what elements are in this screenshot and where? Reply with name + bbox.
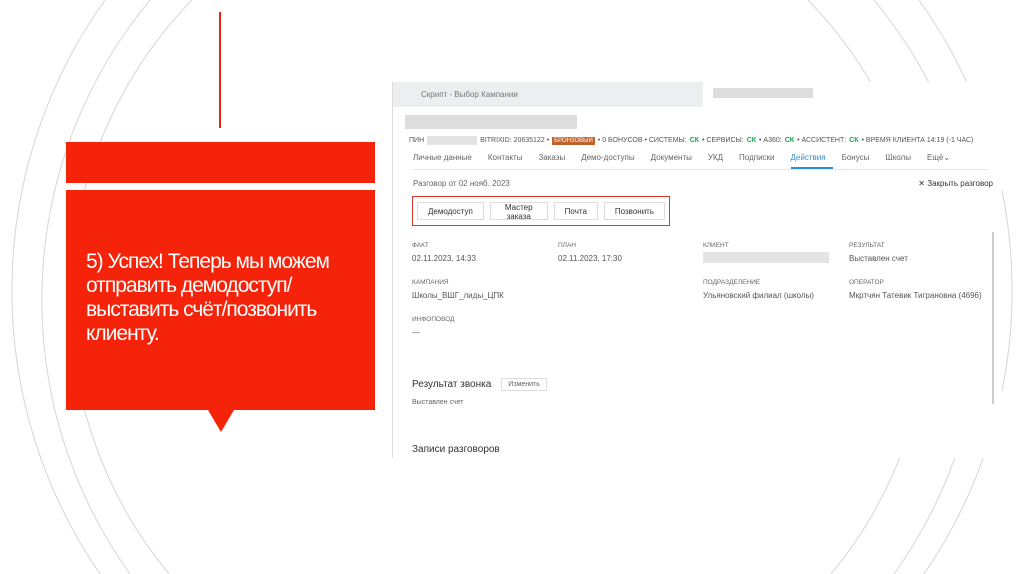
a360-label: • А360: bbox=[759, 137, 782, 144]
field-client: КЛИЕНТ bbox=[703, 242, 829, 263]
status-ok: СК bbox=[784, 137, 795, 144]
field-fact: ФАКТ 02.11.2023, 14:33 bbox=[412, 242, 476, 263]
tab-subscriptions[interactable]: Подписки bbox=[739, 153, 781, 169]
status-ok: СК bbox=[849, 137, 859, 144]
demo-access-button[interactable]: Демодоступ bbox=[417, 202, 484, 220]
field-label: КЛИЕНТ bbox=[703, 242, 729, 249]
field-info: ИНФОПОВОД — bbox=[412, 316, 455, 337]
field-division: ПОДРАЗДЕЛЕНИЕ Ульяновский филиал (школы) bbox=[703, 279, 814, 300]
field-label: ОПЕРАТОР bbox=[849, 279, 884, 286]
tab-documents[interactable]: Документы bbox=[651, 153, 699, 169]
action-buttons-highlight: Демодоступ Мастер заказа Почта Позвонить bbox=[412, 196, 670, 226]
field-value: Ульяновский филиал (школы) bbox=[703, 291, 814, 300]
tab-contacts[interactable]: Контакты bbox=[488, 153, 530, 169]
close-label: Закрыть разговор bbox=[927, 179, 993, 188]
client-redacted bbox=[703, 252, 829, 263]
call-button[interactable]: Позвонить bbox=[603, 202, 665, 220]
conversation-date: Разговор от 02 нояб. 2023 bbox=[413, 179, 510, 188]
field-value: Выставлен счет bbox=[849, 254, 908, 263]
tab-script[interactable]: Скрипт - Выбор Кампании bbox=[393, 82, 703, 107]
mail-button[interactable]: Почта bbox=[553, 202, 598, 220]
tab-personal[interactable]: Личные данные bbox=[413, 153, 479, 169]
field-label: РЕЗУЛЬТАТ bbox=[849, 242, 885, 249]
recordings-heading: Записи разговоров bbox=[412, 444, 500, 455]
scrollbar[interactable] bbox=[992, 232, 994, 404]
client-time: • ВРЕМЯ КЛИЕНТА 14:19 (-1 ЧАС) bbox=[861, 137, 974, 144]
field-value: — bbox=[412, 328, 420, 337]
callout-pointer bbox=[208, 410, 234, 432]
field-label: КАМПАНИЯ bbox=[412, 279, 449, 286]
status-ok: СК bbox=[746, 137, 757, 144]
field-label: ФАКТ bbox=[412, 242, 429, 249]
bitrix-id: BITRIXID: 20635122 • bbox=[480, 137, 550, 144]
crm-screenshot: Скрипт - Выбор Кампании ПИН BITRIXID: 20… bbox=[392, 82, 1002, 458]
bonus-text: • 0 БОНУСОВ • СИСТЕМЫ: bbox=[597, 137, 687, 144]
field-value: 02.11.2023, 14:33 bbox=[412, 254, 476, 263]
tab-actions[interactable]: Действия bbox=[790, 153, 833, 169]
client-meta: ПИН BITRIXID: 20635122 • БРОНЗОВЫЙ • 0 Б… bbox=[409, 136, 1002, 145]
tab-ukd[interactable]: УКД bbox=[708, 153, 730, 169]
status-ok: СК bbox=[689, 137, 700, 144]
field-label: ПОДРАЗДЕЛЕНИЕ bbox=[703, 279, 761, 286]
field-result: РЕЗУЛЬТАТ Выставлен счет bbox=[849, 242, 908, 263]
edit-result-button[interactable]: Изменить bbox=[501, 378, 547, 391]
tab-redacted[interactable] bbox=[713, 88, 813, 98]
close-conversation-button[interactable]: ✕ Закрыть разговор bbox=[918, 179, 993, 188]
slide-caption: 5) Успех! Теперь мы можем отправить демо… bbox=[86, 250, 330, 345]
field-label: ИНФОПОВОД bbox=[412, 316, 455, 323]
field-value: Школы_ВШГ_лиды_ЦПК bbox=[412, 291, 504, 300]
red-band bbox=[66, 142, 375, 183]
call-result-value: Выставлен счет bbox=[412, 399, 464, 406]
tab-demo[interactable]: Демо-доступы bbox=[581, 153, 641, 169]
pin-label: ПИН bbox=[409, 137, 425, 144]
order-wizard-button[interactable]: Мастер заказа bbox=[489, 202, 548, 221]
assistant-label: • АССИСТЕНТ: bbox=[797, 137, 847, 144]
field-label: ПЛАН bbox=[558, 242, 576, 249]
tab-orders[interactable]: Заказы bbox=[538, 153, 572, 169]
field-campaign: КАМПАНИЯ Школы_ВШГ_лиды_ЦПК bbox=[412, 279, 504, 300]
nav-tabs: Личные данные Контакты Заказы Демо-досту… bbox=[413, 153, 988, 170]
close-icon: ✕ bbox=[918, 179, 928, 188]
field-value: Мкртчян Татевик Тиграновна (4696) bbox=[849, 291, 982, 300]
call-result-heading: Результат звонка bbox=[412, 379, 492, 390]
pin-redacted bbox=[427, 136, 478, 145]
level-badge: БРОНЗОВЫЙ bbox=[552, 136, 595, 145]
client-name-redacted bbox=[405, 115, 577, 129]
field-value: 02.11.2023, 17:30 bbox=[558, 254, 622, 263]
accent-line bbox=[219, 12, 221, 128]
services-label: • СЕРВИСЫ: bbox=[702, 137, 744, 144]
field-operator: ОПЕРАТОР Мкртчян Татевик Тиграновна (4696… bbox=[849, 279, 982, 300]
tab-bonuses[interactable]: Бонусы bbox=[842, 153, 877, 169]
tab-more[interactable]: Ещё⌄ bbox=[927, 153, 957, 169]
field-plan: ПЛАН 02.11.2023, 17:30 bbox=[558, 242, 622, 263]
tab-schools[interactable]: Школы bbox=[885, 153, 918, 169]
